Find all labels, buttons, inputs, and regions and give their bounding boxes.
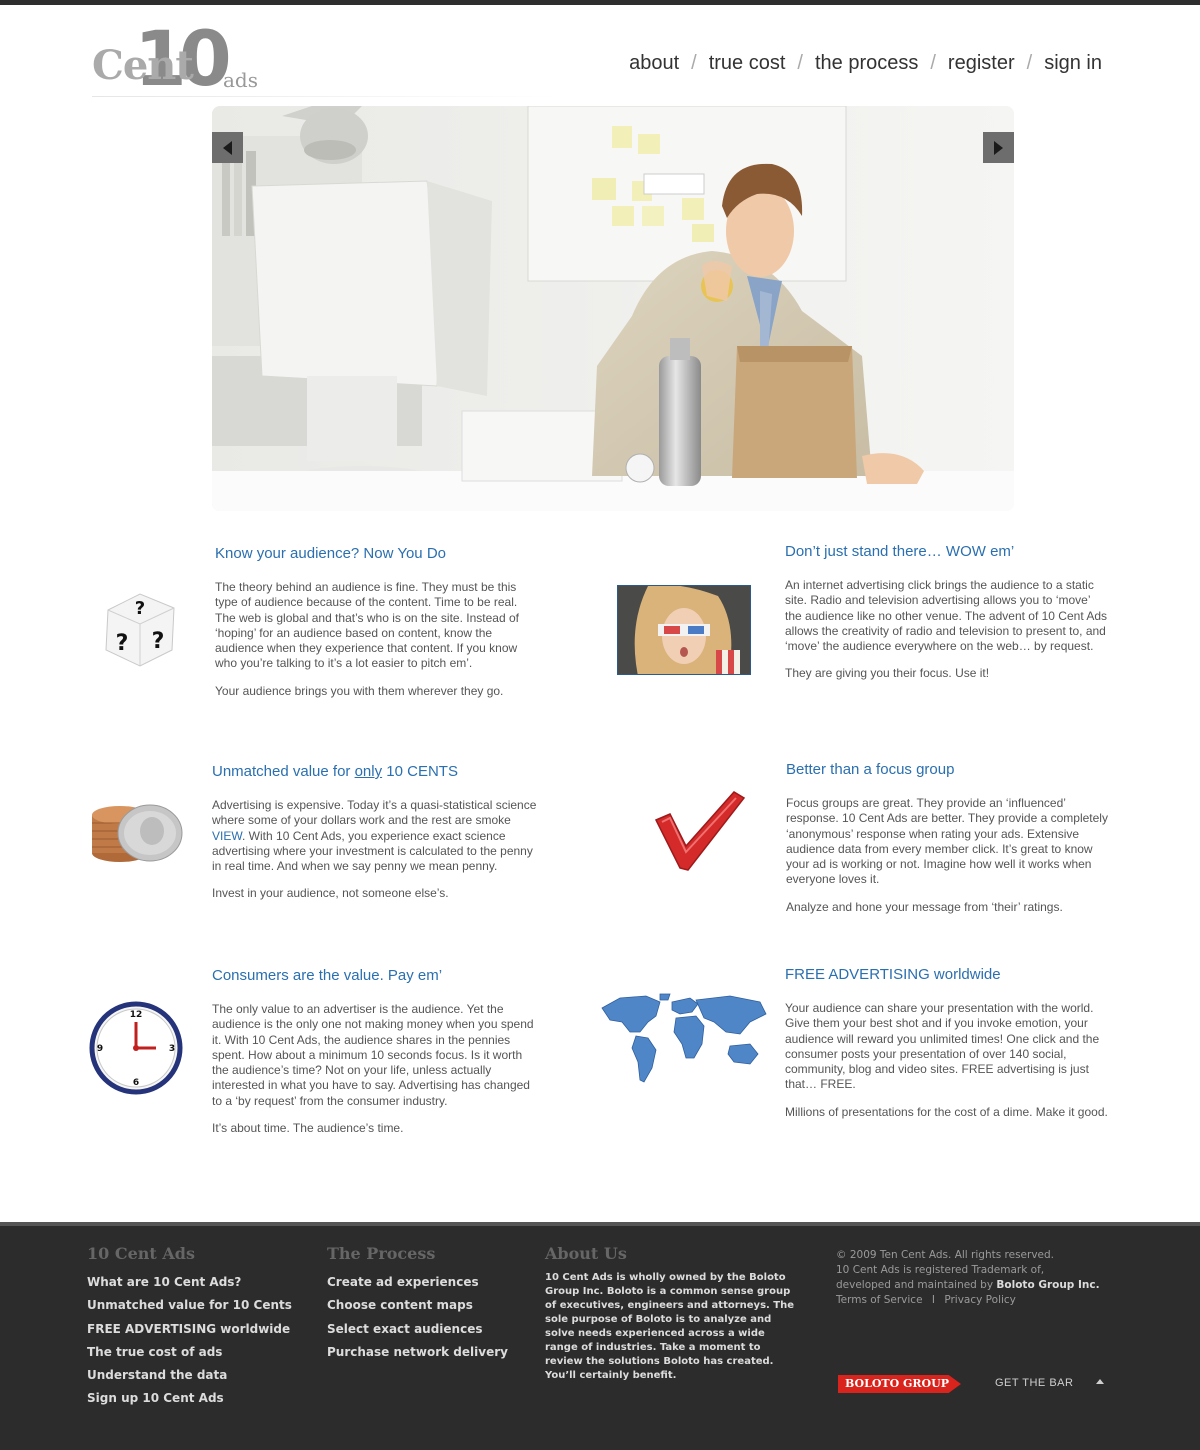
feature-title: Don’t just stand there… WOW em’ — [785, 543, 1015, 560]
logo-ads: ads — [223, 68, 258, 92]
question-dice-icon: ? ? ? — [100, 588, 182, 668]
footer-link[interactable]: Understand the data — [87, 1364, 292, 1387]
feature-text: Advertising is expensive. Today it’s a q… — [212, 798, 537, 874]
footer-link[interactable]: Purchase network delivery — [327, 1341, 508, 1364]
feature-title: Know your audience? Now You Do — [215, 545, 446, 562]
clock-label-12: 12 — [130, 1010, 143, 1020]
svg-text:?: ? — [116, 631, 129, 656]
feature-focus-group: Better than a focus group Focus groups a… — [786, 761, 1111, 927]
main-nav: about / true cost / the process / regist… — [629, 52, 1102, 75]
feature-title-text: Unmatched value for — [212, 763, 355, 780]
coins-icon — [88, 795, 188, 865]
caret-up-icon[interactable] — [1096, 1379, 1104, 1384]
nav-separator: / — [930, 52, 936, 74]
feature-tagline: They are giving you their focus. Use it! — [785, 666, 990, 681]
hero-slideshow — [212, 106, 1014, 511]
footer-link[interactable]: FREE ADVERTISING worldwide — [87, 1318, 292, 1341]
arrow-right-icon — [994, 140, 1003, 155]
top-border — [0, 0, 1200, 5]
feature-know-audience: Know your audience? Now You Do The theor… — [215, 545, 540, 711]
clock-label-6: 6 — [133, 1078, 139, 1088]
3d-glasses-photo — [617, 585, 751, 675]
feature-text: The only value to an advertiser is the a… — [212, 1002, 534, 1108]
feature-title-text: 10 CENTS — [382, 763, 458, 780]
get-the-bar-link[interactable]: GET THE BAR — [995, 1377, 1073, 1389]
privacy-link[interactable]: Privacy Policy — [944, 1294, 1016, 1306]
nav-separator: / — [797, 52, 803, 74]
feature-tagline: Your audience brings you with them where… — [215, 683, 504, 698]
footer-link[interactable]: Create ad experiences — [327, 1271, 508, 1294]
footer-column-about-us: About Us 10 Cent Ads is wholly owned by … — [545, 1244, 795, 1383]
footer-link[interactable]: Select exact audiences — [327, 1318, 508, 1341]
nav-separator: / — [691, 52, 697, 74]
feature-tagline: Analyze and hone your message from ‘thei… — [786, 899, 1063, 914]
legal-links: Terms of Service I Privacy Policy — [836, 1293, 1100, 1308]
footer-link[interactable]: The true cost of ads — [87, 1341, 292, 1364]
nav-sign-in[interactable]: sign in — [1044, 52, 1102, 75]
view-link[interactable]: VIEW — [212, 829, 242, 843]
logo[interactable]: 10 Cent ads — [92, 14, 262, 103]
feature-text-part: . With 10 Cent Ads, you experience exact… — [212, 828, 533, 874]
svg-text:?: ? — [135, 598, 145, 619]
footer-column-10-cent-ads: 10 Cent Ads What are 10 Cent Ads? Unmatc… — [87, 1244, 292, 1411]
nav-separator: / — [1026, 52, 1033, 74]
trademark-text: 10 Cent Ads is registered Trademark of, — [836, 1264, 1045, 1276]
company-name: Boloto Group Inc. — [996, 1279, 1100, 1291]
terms-link[interactable]: Terms of Service — [836, 1294, 923, 1306]
trademark-text: developed and maintained by Boloto Group… — [836, 1278, 1100, 1293]
feature-title: Unmatched value for only 10 CENTS — [212, 763, 537, 780]
nav-register[interactable]: register — [948, 52, 1015, 75]
nav-the-process[interactable]: the process — [815, 52, 918, 75]
hero-image — [212, 106, 1014, 511]
feature-title: FREE ADVERTISING worldwide — [785, 966, 1001, 983]
nav-about[interactable]: about — [629, 52, 679, 75]
feature-text: The theory behind an audience is fine. T… — [215, 580, 519, 671]
feature-tagline: Invest in your audience, not someone els… — [212, 886, 449, 901]
footer-heading: About Us — [545, 1244, 627, 1263]
feature-text: Your audience can share your presentatio… — [785, 1001, 1100, 1092]
logo-cent: Cent — [92, 42, 194, 89]
feature-wow: Don’t just stand there… WOW em’ An inter… — [785, 543, 1110, 694]
footer-link[interactable]: Unmatched value for 10 Cents — [87, 1294, 292, 1317]
footer-link[interactable]: Choose content maps — [327, 1294, 508, 1317]
footer: 10 Cent Ads What are 10 Cent Ads? Unmatc… — [0, 1222, 1200, 1450]
svg-text:?: ? — [152, 629, 165, 654]
footer-legal: © 2009 Ten Cent Ads. All rights reserved… — [836, 1248, 1100, 1308]
about-us-text: 10 Cent Ads is wholly owned by the Bolot… — [545, 1272, 795, 1381]
slideshow-next-button[interactable] — [983, 132, 1014, 163]
checkmark-icon — [652, 790, 748, 872]
boloto-group-badge[interactable]: BOLOTO GROUP — [838, 1375, 961, 1393]
legal-divider: I — [931, 1294, 935, 1306]
copyright-text: © 2009 Ten Cent Ads. All rights reserved… — [836, 1249, 1054, 1261]
clock-label-3: 3 — [169, 1044, 175, 1054]
world-map-icon — [600, 992, 770, 1088]
only-link[interactable]: only — [355, 763, 383, 780]
feature-text-part: Advertising is expensive. Today it’s a q… — [212, 798, 537, 828]
footer-heading: The Process — [327, 1244, 436, 1263]
feature-title: Better than a focus group — [786, 761, 955, 778]
footer-heading: 10 Cent Ads — [87, 1244, 195, 1263]
footer-link[interactable]: What are 10 Cent Ads? — [87, 1271, 292, 1294]
clock-icon: 12 3 6 9 — [88, 1000, 184, 1096]
arrow-left-icon — [223, 140, 232, 155]
feature-unmatched-value: Unmatched value for only 10 CENTS Advert… — [212, 763, 537, 914]
feature-title: Consumers are the value. Pay em’ — [212, 967, 443, 984]
clock-label-9: 9 — [97, 1044, 103, 1054]
slideshow-prev-button[interactable] — [212, 132, 243, 163]
feature-consumers: Consumers are the value. Pay em’ The onl… — [212, 967, 537, 1148]
nav-true-cost[interactable]: true cost — [709, 52, 786, 75]
feature-text: An internet advertising click brings the… — [785, 578, 1108, 654]
footer-column-the-process: The Process Create ad experiences Choose… — [327, 1244, 508, 1364]
feature-text: Focus groups are great. They provide an … — [786, 796, 1108, 887]
feature-free-advertising: FREE ADVERTISING worldwide Your audience… — [785, 966, 1110, 1132]
feature-tagline: It’s about time. The audience’s time. — [212, 1121, 404, 1136]
feature-tagline: Millions of presentations for the cost o… — [785, 1104, 1108, 1119]
footer-link[interactable]: Sign up 10 Cent Ads — [87, 1387, 292, 1410]
trademark-part: developed and maintained by — [836, 1279, 997, 1291]
